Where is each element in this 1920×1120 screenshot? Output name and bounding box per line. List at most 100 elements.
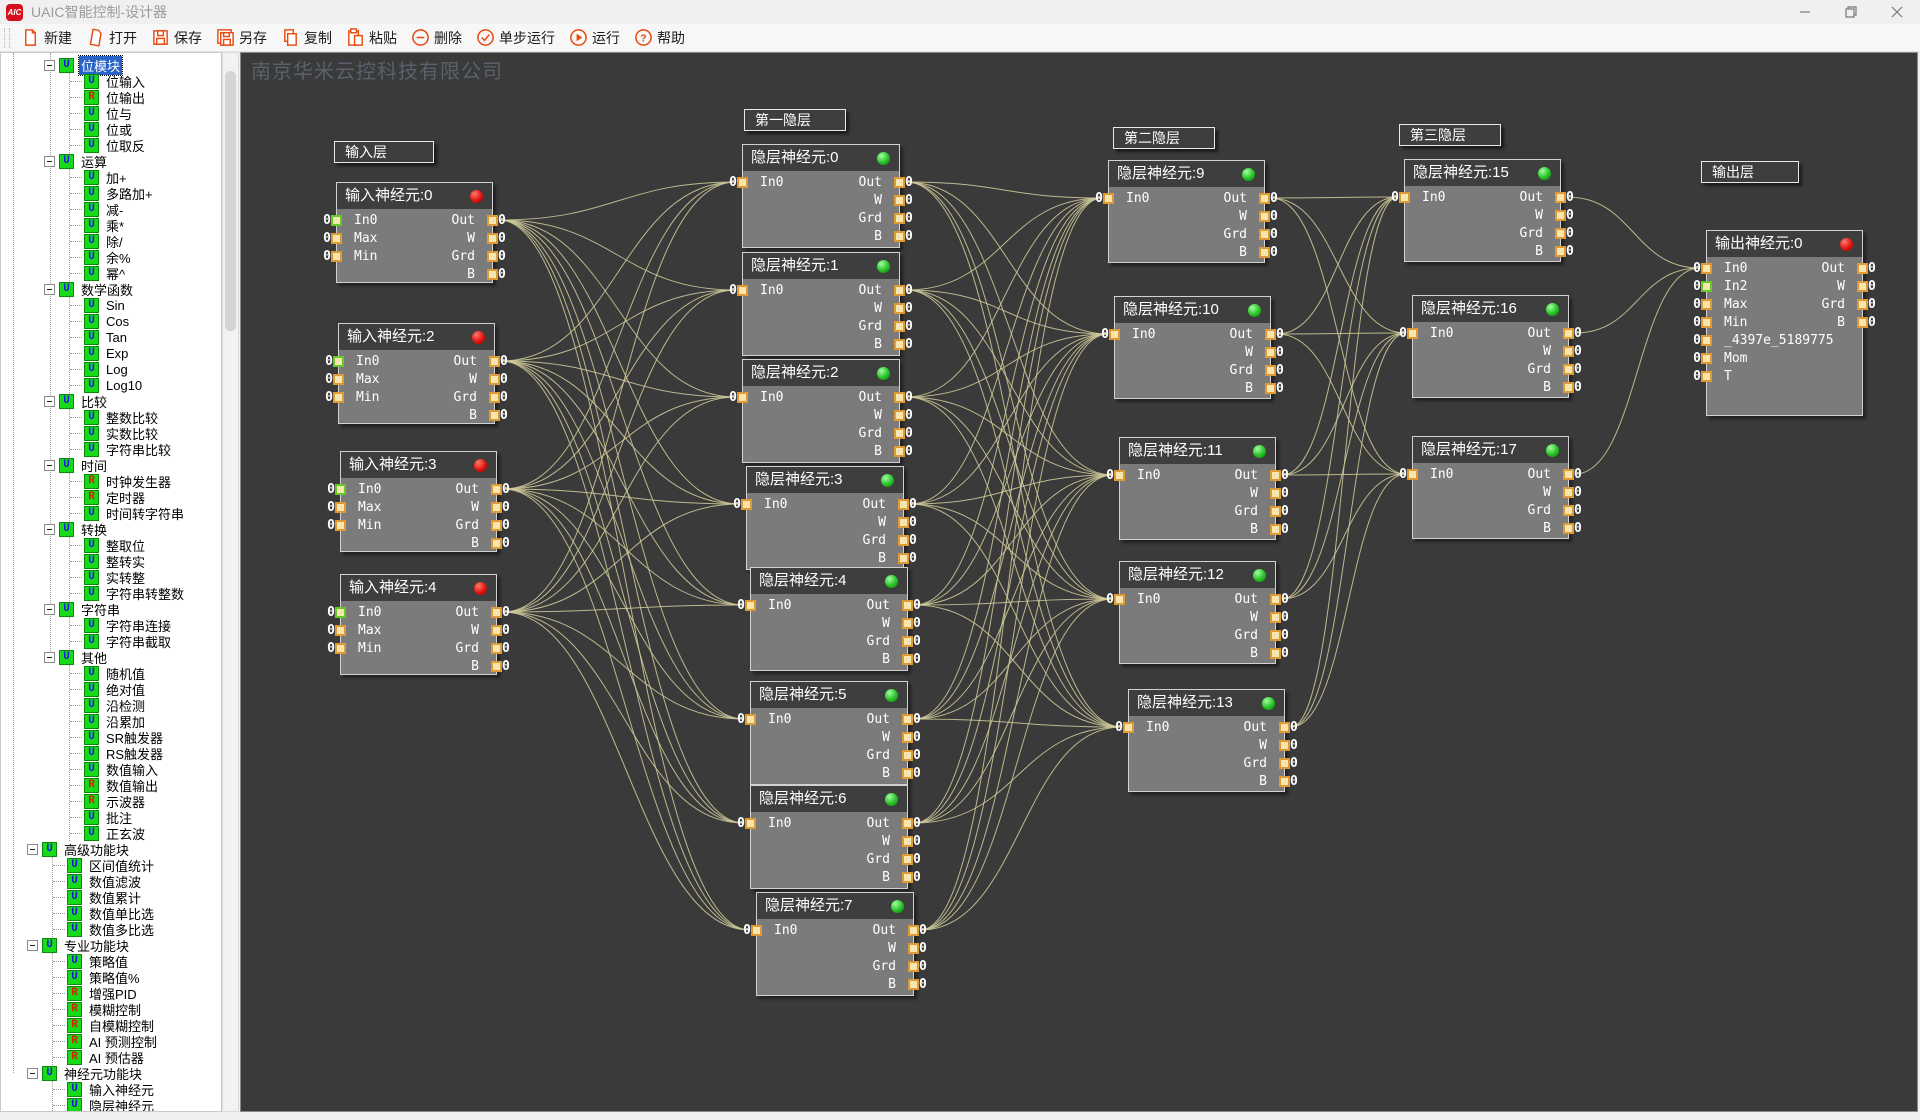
port-connector[interactable] — [1259, 193, 1270, 204]
port-connector[interactable] — [902, 836, 913, 847]
node-隐层神经元:4[interactable]: 隐层神经元:40In00Out0W0Grd0B — [750, 567, 908, 671]
port-connector[interactable] — [894, 231, 905, 242]
node-输入神经元:3[interactable]: 输入神经元:30In00Max0Min0Out0W0Grd0B — [340, 451, 497, 552]
expand-toggle[interactable] — [44, 652, 55, 663]
new-file-button[interactable]: 新建 — [14, 26, 79, 50]
port-connector[interactable] — [1857, 317, 1868, 328]
minimize-button[interactable] — [1782, 0, 1828, 24]
tree-item-位与[interactable]: U位与 — [70, 105, 221, 121]
layer-label-输出层[interactable]: 输出层 — [1701, 161, 1799, 183]
node-隐层神经元:3[interactable]: 隐层神经元:30In00Out0W0Grd0B — [746, 466, 904, 570]
expand-toggle[interactable] — [44, 156, 55, 167]
port-connector[interactable] — [489, 356, 500, 367]
port-connector[interactable] — [902, 768, 913, 779]
expand-toggle[interactable] — [27, 940, 38, 951]
port-connector[interactable] — [902, 654, 913, 665]
port-connector[interactable] — [908, 943, 919, 954]
expand-toggle[interactable] — [27, 844, 38, 855]
port-connector[interactable] — [1563, 346, 1574, 357]
expand-toggle[interactable] — [27, 1068, 38, 1079]
tree-item-位输出[interactable]: R位输出 — [70, 89, 221, 105]
port-connector[interactable] — [1270, 630, 1281, 641]
port-connector[interactable] — [1265, 383, 1276, 394]
port-connector[interactable] — [902, 600, 913, 611]
port-connector[interactable] — [1555, 210, 1566, 221]
port-connector[interactable] — [1563, 328, 1574, 339]
port-connector[interactable] — [1555, 192, 1566, 203]
port-connector[interactable] — [489, 410, 500, 421]
node-输出神经元:0[interactable]: 输出神经元:00In00In20Max0Min0_4397e_51897750M… — [1706, 230, 1863, 416]
tree-item-Tan[interactable]: UTan — [70, 329, 221, 345]
port-connector[interactable] — [487, 251, 498, 262]
expand-toggle[interactable] — [44, 460, 55, 471]
layer-label-输入层[interactable]: 输入层 — [334, 141, 434, 163]
port-connector[interactable] — [489, 374, 500, 385]
node-隐层神经元:10[interactable]: 隐层神经元:100In00Out0W0Grd0B — [1114, 296, 1271, 399]
tree-scrollbar-thumb[interactable] — [225, 71, 236, 331]
port-connector[interactable] — [908, 925, 919, 936]
port-connector[interactable] — [894, 446, 905, 457]
port-connector[interactable] — [1857, 281, 1868, 292]
close-button[interactable] — [1874, 0, 1920, 24]
port-connector[interactable] — [1270, 594, 1281, 605]
tree-item-Exp[interactable]: UExp — [70, 345, 221, 361]
expand-toggle[interactable] — [44, 396, 55, 407]
port-connector[interactable] — [1279, 776, 1290, 787]
copy-button[interactable]: 复制 — [274, 26, 339, 50]
tree-item-示波器[interactable]: R示波器 — [70, 793, 221, 809]
step-run-button[interactable]: 单步运行 — [469, 26, 562, 50]
port-connector[interactable] — [487, 233, 498, 244]
port-connector[interactable] — [898, 553, 909, 564]
tree-item-隐层神经元[interactable]: U隐层神经元 — [53, 1097, 221, 1112]
port-connector[interactable] — [1259, 211, 1270, 222]
port-connector[interactable] — [491, 607, 502, 618]
run-button[interactable]: 运行 — [562, 26, 627, 50]
port-connector[interactable] — [894, 339, 905, 350]
node-隐层神经元:0[interactable]: 隐层神经元:00In00Out0W0Grd0B — [742, 144, 900, 248]
expand-toggle[interactable] — [44, 604, 55, 615]
port-connector[interactable] — [1563, 364, 1574, 375]
port-connector[interactable] — [1563, 469, 1574, 480]
save-as-button[interactable]: 另存 — [209, 26, 274, 50]
port-connector[interactable] — [1259, 229, 1270, 240]
layer-label-第三隐层[interactable]: 第三隐层 — [1399, 124, 1501, 146]
port-connector[interactable] — [491, 502, 502, 513]
port-connector[interactable] — [1701, 335, 1712, 346]
port-connector[interactable] — [1270, 524, 1281, 535]
paste-button[interactable]: 粘贴 — [339, 26, 404, 50]
node-隐层神经元:6[interactable]: 隐层神经元:60In00Out0W0Grd0B — [750, 785, 908, 889]
expand-toggle[interactable] — [44, 524, 55, 535]
port-connector[interactable] — [491, 643, 502, 654]
tree-item-Log[interactable]: ULog — [70, 361, 221, 377]
port-connector[interactable] — [491, 625, 502, 636]
port-connector[interactable] — [902, 854, 913, 865]
port-connector[interactable] — [489, 392, 500, 403]
port-connector[interactable] — [1270, 612, 1281, 623]
node-隐层神经元:12[interactable]: 隐层神经元:120In00Out0W0Grd0B — [1119, 561, 1276, 664]
port-connector[interactable] — [1259, 247, 1270, 258]
port-connector[interactable] — [902, 750, 913, 761]
port-connector[interactable] — [487, 269, 498, 280]
port-connector[interactable] — [1555, 246, 1566, 257]
port-connector[interactable] — [1857, 299, 1868, 310]
save-button[interactable]: 保存 — [144, 26, 209, 50]
node-隐层神经元:16[interactable]: 隐层神经元:160In00Out0W0Grd0B — [1412, 295, 1569, 398]
tree-item-乘*[interactable]: U乘* — [70, 217, 221, 233]
port-connector[interactable] — [894, 321, 905, 332]
node-输入神经元:0[interactable]: 输入神经元:00In00Max0Min0Out0W0Grd0B — [336, 182, 493, 283]
port-connector[interactable] — [1265, 347, 1276, 358]
port-connector[interactable] — [902, 618, 913, 629]
port-connector[interactable] — [1701, 371, 1712, 382]
port-connector[interactable] — [491, 484, 502, 495]
port-connector[interactable] — [1270, 648, 1281, 659]
toolbar-gripper[interactable] — [4, 28, 10, 48]
node-隐层神经元:5[interactable]: 隐层神经元:50In00Out0W0Grd0B — [750, 681, 908, 785]
port-connector[interactable] — [898, 499, 909, 510]
port-connector[interactable] — [1279, 740, 1290, 751]
node-输入神经元:4[interactable]: 输入神经元:40In00Max0Min0Out0W0Grd0B — [340, 574, 497, 675]
tree-item-余%[interactable]: U余% — [70, 249, 221, 265]
node-隐层神经元:9[interactable]: 隐层神经元:90In00Out0W0Grd0B — [1108, 160, 1265, 263]
port-connector[interactable] — [902, 872, 913, 883]
port-connector[interactable] — [1563, 505, 1574, 516]
layer-label-第二隐层[interactable]: 第二隐层 — [1113, 127, 1215, 149]
